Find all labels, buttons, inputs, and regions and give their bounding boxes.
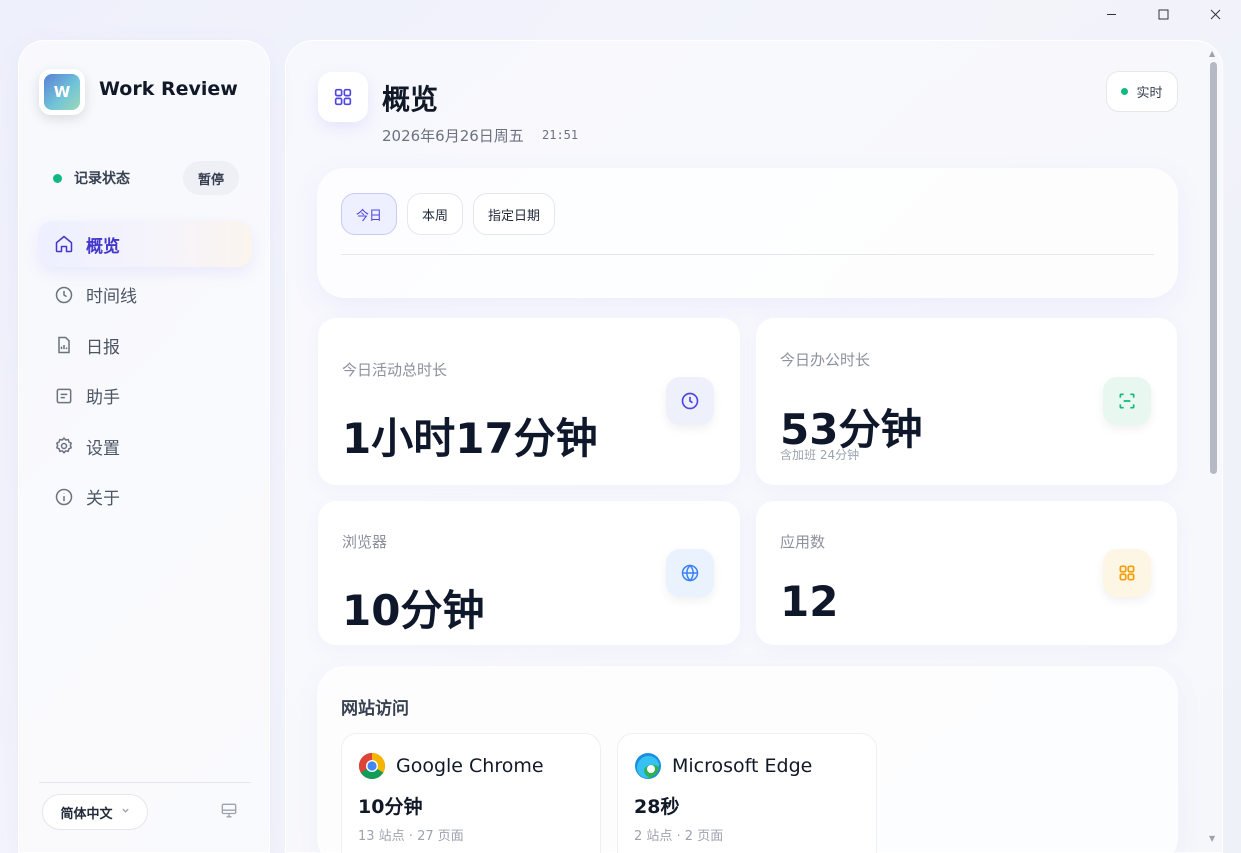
maximize-icon xyxy=(1158,9,1168,19)
page-time: 21:51 xyxy=(542,128,579,142)
page-date: 2026年6月26日周五 xyxy=(382,127,524,145)
stat-card-active-total: 今日活动总时长 1小时17分钟 xyxy=(318,318,740,485)
browser-time: 28秒 xyxy=(634,796,680,818)
sidebar-item-label: 关于 xyxy=(86,489,120,509)
report-icon xyxy=(54,335,74,355)
clock-icon xyxy=(666,377,714,425)
close-icon xyxy=(1210,9,1220,19)
sidebar-item-label: 概览 xyxy=(86,236,120,257)
sidebar-item-label: 设置 xyxy=(86,438,120,459)
sidebar-item-label: 日报 xyxy=(86,337,120,358)
range-divider xyxy=(341,254,1154,255)
stat-label: 今日办公时长 xyxy=(780,351,871,369)
sidebar-divider xyxy=(39,782,251,783)
recording-status-label: 记录状态 xyxy=(74,171,130,187)
browser-name: Microsoft Edge xyxy=(672,755,813,777)
tab-today[interactable]: 今日 xyxy=(341,193,398,235)
scroll-down-arrow-icon[interactable]: ▼ xyxy=(1209,834,1215,843)
browser-time: 10分钟 xyxy=(358,796,423,818)
language-label: 简体中文 xyxy=(60,806,113,822)
section-title: 网站访问 xyxy=(341,699,409,719)
chevron-down-icon xyxy=(121,806,130,818)
pause-button[interactable]: 暂停 xyxy=(183,161,239,195)
edge-icon xyxy=(635,753,661,779)
language-select[interactable]: 简体中文 xyxy=(42,794,148,830)
browser-card-edge[interactable]: Microsoft Edge 28秒 2 站点 · 2 页面 xyxy=(617,733,877,853)
gear-icon xyxy=(54,436,74,456)
browser-header: Google Chrome xyxy=(358,752,544,780)
focus-icon xyxy=(1103,377,1151,425)
stat-sub: 含加班 24分钟 xyxy=(780,448,860,462)
live-label: 实时 xyxy=(1136,86,1163,101)
stat-label: 应用数 xyxy=(780,533,826,551)
chrome-icon xyxy=(358,753,386,780)
clock-icon xyxy=(54,285,74,305)
sidebar-item-settings[interactable]: 设置 xyxy=(38,423,252,469)
info-icon xyxy=(54,487,74,507)
tab-custom-date[interactable]: 指定日期 xyxy=(473,193,556,235)
stat-label: 浏览器 xyxy=(342,533,388,551)
window-controls xyxy=(1085,0,1241,28)
sidebar-item-label: 助手 xyxy=(86,388,120,408)
sidebar-item-overview[interactable]: 概览 xyxy=(38,221,252,267)
live-dot-icon xyxy=(1121,88,1129,95)
overview-grid-icon xyxy=(318,72,368,122)
assistant-icon xyxy=(54,386,74,406)
logo-mark: W xyxy=(44,74,80,110)
website-visits-card: 网站访问 Google Chrome 10分钟 13 站点 · 27 页面 Mi… xyxy=(317,666,1178,853)
scroll-up-arrow-icon[interactable]: ▲ xyxy=(1209,49,1215,58)
page-title: 概览 xyxy=(382,83,439,116)
browser-meta: 13 站点 · 27 页面 xyxy=(358,829,464,844)
date-range-card: 今日 本周 指定日期 xyxy=(317,168,1178,298)
sidebar-item-label: 时间线 xyxy=(86,287,137,307)
minimize-icon xyxy=(1106,13,1116,15)
stat-card-office-time: 今日办公时长 53分钟 含加班 24分钟 xyxy=(756,318,1177,485)
status-dot-icon xyxy=(53,173,62,183)
stat-value: 12 xyxy=(780,577,839,626)
stat-value: 10分钟 xyxy=(342,586,485,635)
sidebar-nav: 概览 时间线 日报 助手 设置 关于 xyxy=(38,221,252,524)
browser-name: Google Chrome xyxy=(396,755,544,777)
monitor-icon[interactable] xyxy=(219,801,239,821)
minimize-button[interactable] xyxy=(1085,0,1137,28)
app-title: Work Review xyxy=(99,78,238,100)
sidebar: W Work Review 记录状态 暂停 概览 时间线 日报 助手 设置 关于… xyxy=(18,40,270,853)
live-toggle[interactable]: 实时 xyxy=(1106,71,1178,112)
stat-label: 今日活动总时长 xyxy=(342,361,448,379)
sidebar-item-assistant[interactable]: 助手 xyxy=(38,373,252,419)
browser-card-chrome[interactable]: Google Chrome 10分钟 13 站点 · 27 页面 xyxy=(341,733,601,853)
sidebar-item-report[interactable]: 日报 xyxy=(38,322,252,368)
scrollbar-thumb[interactable] xyxy=(1210,62,1217,474)
stat-card-app-count: 应用数 12 xyxy=(756,501,1177,645)
maximize-button[interactable] xyxy=(1137,0,1189,28)
sidebar-item-about[interactable]: 关于 xyxy=(38,474,252,520)
app-logo: W xyxy=(39,69,85,115)
stat-card-browser: 浏览器 10分钟 xyxy=(318,501,740,645)
globe-icon xyxy=(666,549,714,597)
date-range-tabs: 今日 本周 指定日期 xyxy=(341,193,556,235)
tab-this-week[interactable]: 本周 xyxy=(407,193,464,235)
browser-meta: 2 站点 · 2 页面 xyxy=(634,829,724,844)
recording-status: 记录状态 xyxy=(53,168,130,188)
close-button[interactable] xyxy=(1189,0,1241,28)
grid-icon xyxy=(1103,549,1151,597)
browser-header: Microsoft Edge xyxy=(634,752,812,780)
stat-value: 1小时17分钟 xyxy=(342,414,598,463)
sidebar-item-timeline[interactable]: 时间线 xyxy=(38,272,252,318)
home-icon xyxy=(54,234,74,254)
